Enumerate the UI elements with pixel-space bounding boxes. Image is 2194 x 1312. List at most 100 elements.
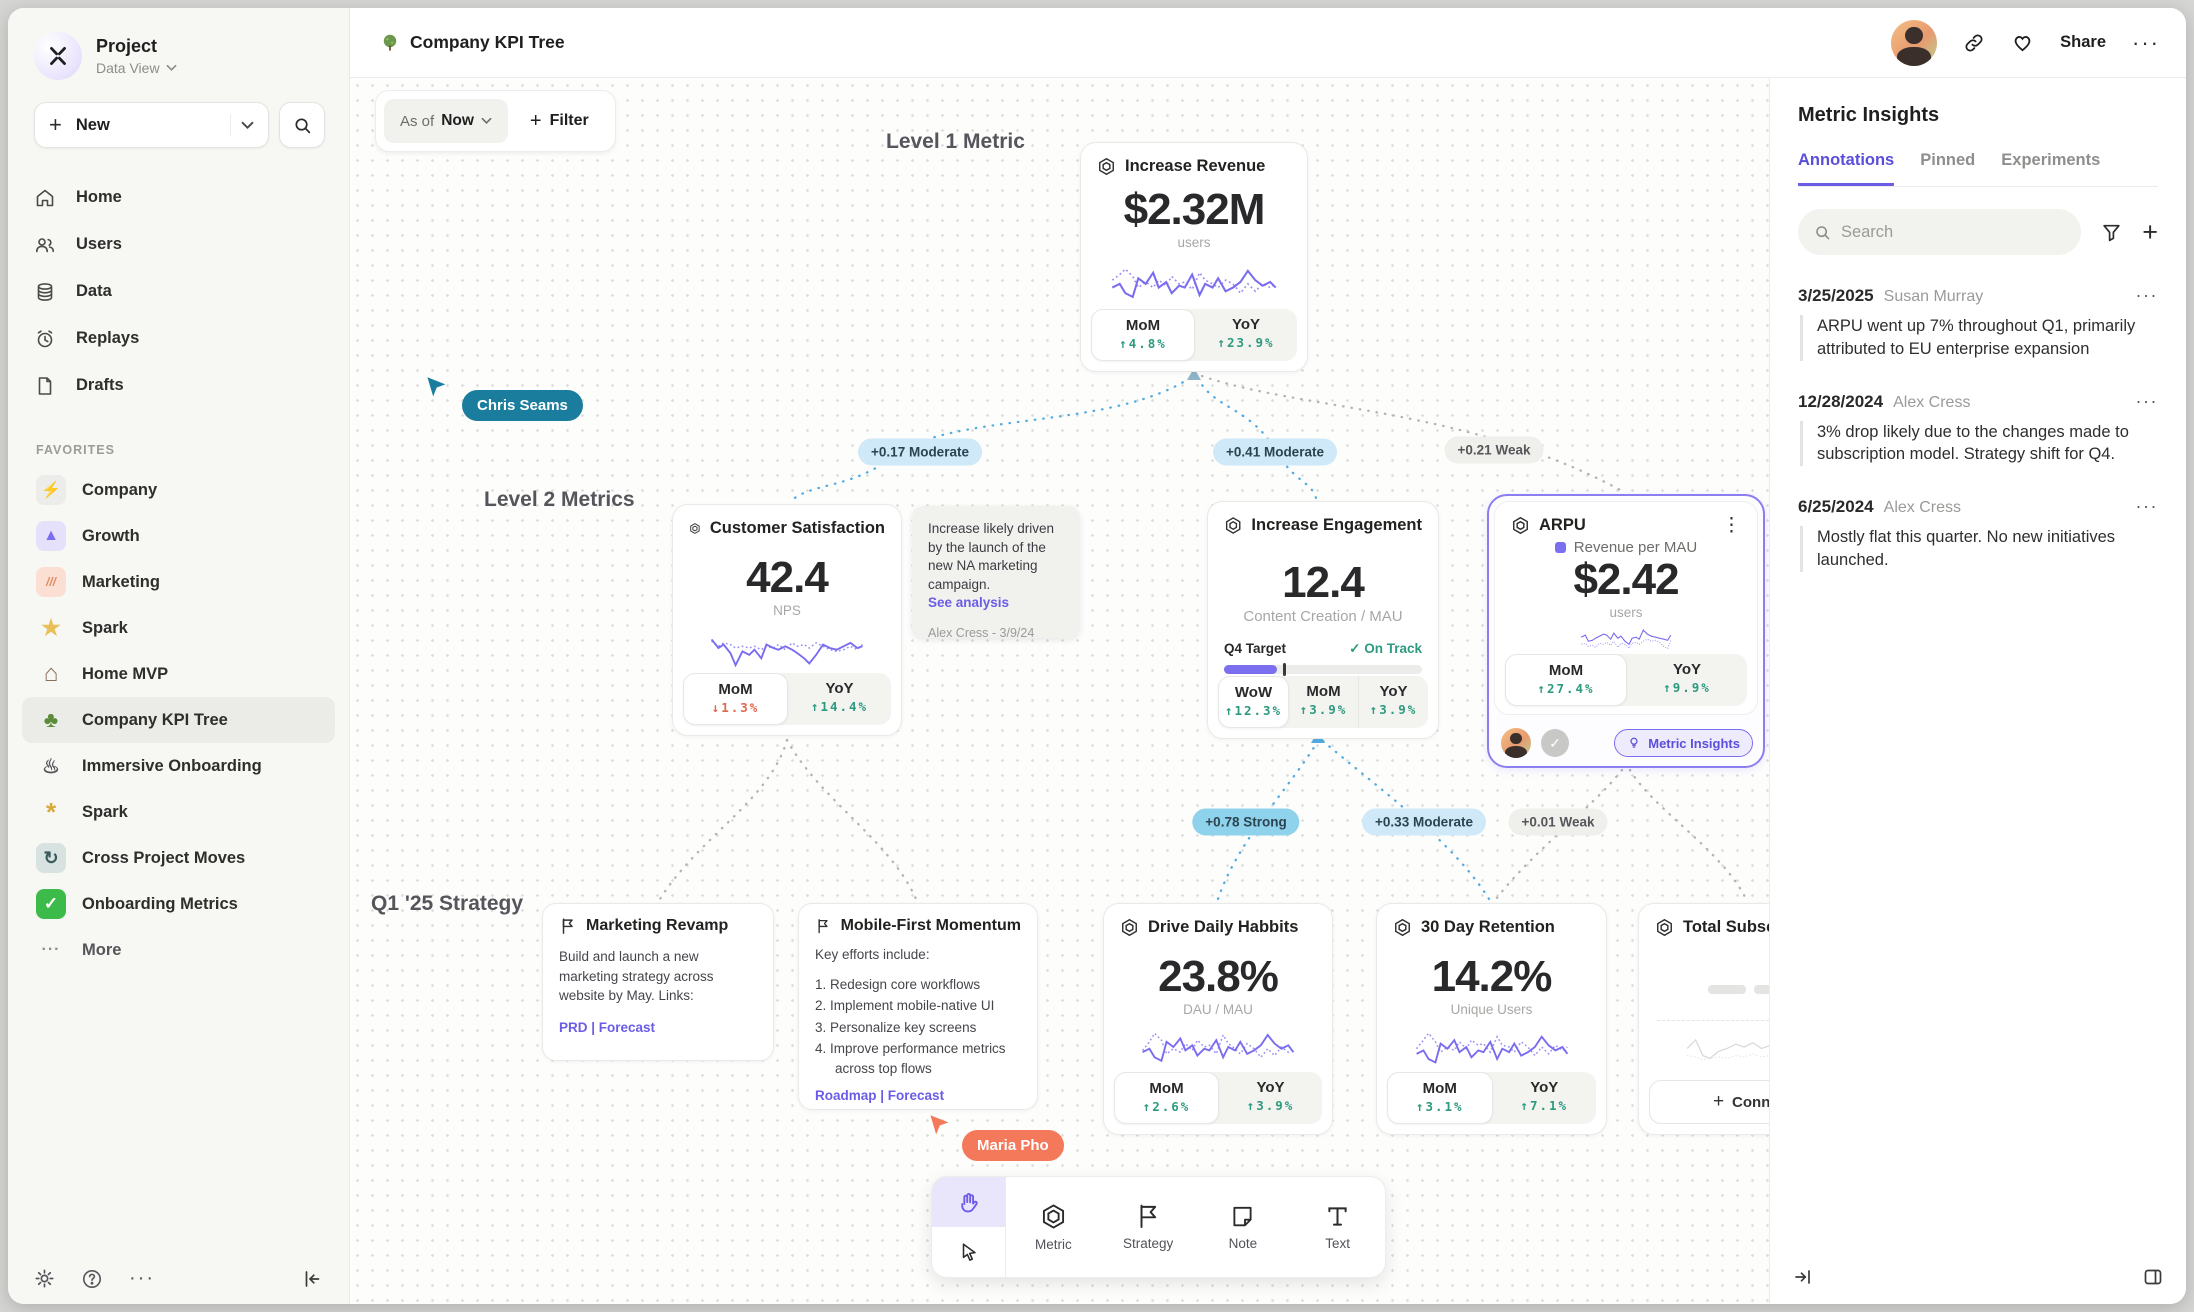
note-text: Increase likely driven by the launch of …	[928, 520, 1064, 595]
home-icon	[34, 187, 56, 209]
connect-data-button[interactable]: + Connec	[1649, 1080, 1769, 1124]
strategy-card-marketing-revamp[interactable]: Marketing Revamp Build and launch a new …	[542, 903, 774, 1061]
sidebar-item-more[interactable]: ··· More	[22, 927, 335, 973]
annotations-search[interactable]	[1798, 209, 2081, 255]
strategy-card-mobile-first-momentum[interactable]: Mobile-First Momentum Key efforts includ…	[798, 903, 1038, 1110]
sparkline	[1096, 256, 1292, 308]
series-legend: Revenue per MAU	[1495, 539, 1757, 556]
note-tool-button[interactable]: Note	[1196, 1177, 1291, 1277]
metric-card-total-subscriptions[interactable]: Total Subscript + Connec	[1638, 903, 1769, 1135]
chevron-down-icon[interactable]	[241, 121, 254, 130]
settings-gear-icon[interactable]	[34, 1268, 55, 1289]
collapse-sidebar-icon[interactable]	[301, 1268, 323, 1290]
annotation-author: Alex Cress	[1884, 499, 1961, 517]
sidebar-item-spark-2[interactable]: * Spark	[22, 789, 335, 835]
annotation-date: 6/25/2024	[1798, 497, 1874, 517]
card-menu-icon[interactable]: ⋮	[1722, 519, 1741, 533]
annotation-menu-icon[interactable]: ···	[2136, 496, 2158, 517]
tab-annotations[interactable]: Annotations	[1798, 151, 1894, 186]
filter-funnel-icon[interactable]	[2101, 222, 2122, 243]
tab-experiments[interactable]: Experiments	[2001, 151, 2100, 186]
annotation-menu-icon[interactable]: ···	[2136, 285, 2158, 306]
metric-card-increase-revenue[interactable]: Increase Revenue $2.32M users MoM ↑4.8% …	[1080, 142, 1308, 372]
sidebar: Project Data View + New Home	[8, 8, 350, 1304]
strategy-tool-button[interactable]: Strategy	[1101, 1177, 1196, 1277]
sidebar-item-company[interactable]: ⚡ Company	[22, 467, 335, 513]
layout-panel-icon[interactable]	[2142, 1266, 2164, 1288]
sidebar-item-immersive-onboarding[interactable]: ♨ Immersive Onboarding	[22, 743, 335, 789]
project-header[interactable]: Project Data View	[8, 8, 349, 80]
stat-mom: MoM ↑3.1%	[1387, 1072, 1493, 1124]
metric-value: 42.4	[673, 554, 901, 602]
annotation-menu-icon[interactable]: ···	[2136, 391, 2158, 412]
sidebar-item-growth[interactable]: ▲ Growth	[22, 513, 335, 559]
sidebar-item-home-mvp[interactable]: ⌂ Home MVP	[22, 651, 335, 697]
favorite-heart-icon[interactable]	[2011, 31, 2034, 54]
q4-target-progress	[1224, 665, 1422, 674]
assignee-avatar[interactable]	[1501, 728, 1531, 758]
metric-card-increase-engagement[interactable]: Increase Engagement 12.4 Content Creatio…	[1207, 501, 1439, 739]
metric-card-arpu[interactable]: ARPU ⋮ Revenue per MAU $2.42 users MoM ↑…	[1487, 494, 1765, 768]
view-switcher[interactable]: Data View	[96, 60, 177, 76]
metric-unit: Content Creation / MAU	[1208, 608, 1438, 625]
search-input[interactable]	[1841, 223, 2065, 242]
strategy-links[interactable]: Roadmap | Forecast	[815, 1088, 1021, 1103]
annotation-entry: 3/25/2025 Susan Murray ··· ARPU went up …	[1798, 285, 2158, 361]
favorites-title: FAVORITES	[36, 443, 349, 457]
annotation-entry: 12/28/2024 Alex Cress ··· 3% drop likely…	[1798, 391, 2158, 467]
sidebar-item-data[interactable]: Data	[8, 268, 349, 315]
text-tool-button[interactable]: Text	[1290, 1177, 1385, 1277]
sidebar-item-users[interactable]: Users	[8, 221, 349, 268]
strategy-links[interactable]: PRD | Forecast	[559, 1020, 757, 1035]
loading-skeleton	[1639, 985, 1769, 994]
edge-label: +0.17 Moderate	[858, 439, 982, 466]
sidebar-item-marketing[interactable]: /// Marketing	[22, 559, 335, 605]
star-icon: ★	[36, 613, 66, 643]
annotation-date: 12/28/2024	[1798, 392, 1883, 412]
topbar-menu-icon[interactable]: ···	[2132, 38, 2160, 48]
metric-card-customer-satisfaction[interactable]: Customer Satisfaction 42.4 NPS MoM ↓1.3%…	[672, 504, 902, 736]
sidebar-item-home[interactable]: Home	[8, 174, 349, 221]
annotation-date: 3/25/2025	[1798, 286, 1874, 306]
kpi-tree-canvas[interactable]: As of Now + Filter Level 1 Metric Level …	[350, 78, 1769, 1304]
edge-label: +0.78 Strong	[1192, 809, 1299, 836]
new-button[interactable]: + New	[34, 102, 269, 148]
see-analysis-link[interactable]: See analysis	[928, 595, 1064, 610]
as-of-dropdown[interactable]: As of Now	[384, 99, 508, 143]
sidebar-item-company-kpi-tree[interactable]: ♣ Company KPI Tree	[22, 697, 335, 743]
add-filter-button[interactable]: + Filter	[512, 110, 607, 133]
more-options-icon[interactable]: ···	[129, 1267, 155, 1290]
tab-pinned[interactable]: Pinned	[1920, 151, 1975, 186]
stat-wow: WoW ↑12.3%	[1218, 676, 1289, 728]
check-icon: ✓	[36, 889, 66, 919]
help-icon[interactable]	[81, 1268, 103, 1290]
sidebar-item-spark[interactable]: ★ Spark	[22, 605, 335, 651]
add-annotation-icon[interactable]: +	[2142, 222, 2158, 242]
metric-card-30-day-retention[interactable]: 30 Day Retention 14.2% Unique Users MoM …	[1376, 903, 1607, 1135]
annotation-note-card[interactable]: Increase likely driven by the launch of …	[912, 506, 1080, 638]
metric-card-drive-daily-habbits[interactable]: Drive Daily Habbits 23.8% DAU / MAU MoM …	[1103, 903, 1333, 1135]
chevron-down-icon	[166, 64, 177, 72]
metric-tool-button[interactable]: Metric	[1006, 1177, 1101, 1277]
metric-unit: NPS	[673, 603, 901, 618]
sidebar-item-onboarding-metrics[interactable]: ✓ Onboarding Metrics	[22, 881, 335, 927]
metric-insights-badge[interactable]: Metric Insights	[1614, 729, 1753, 757]
workspace-logo-icon	[34, 32, 82, 80]
verified-check-icon: ✓	[1541, 729, 1569, 757]
stat-yoy: YoY ↑3.9%	[1358, 676, 1428, 728]
metric-unit: users	[1495, 605, 1757, 620]
search-button[interactable]	[279, 102, 325, 148]
share-button[interactable]: Share	[2060, 33, 2106, 52]
sidebar-item-drafts[interactable]: Drafts	[8, 362, 349, 409]
collapse-panel-icon[interactable]	[1792, 1266, 1814, 1288]
tree-icon: ♣	[36, 705, 66, 735]
select-tool-button[interactable]	[932, 1227, 1005, 1277]
tree-icon	[380, 33, 400, 53]
ellipsis-icon: ···	[36, 935, 66, 965]
hand-tool-button[interactable]	[932, 1177, 1005, 1227]
sidebar-item-cross-project-moves[interactable]: ↻ Cross Project Moves	[22, 835, 335, 881]
copy-link-icon[interactable]	[1963, 32, 1985, 54]
user-avatar[interactable]	[1891, 20, 1937, 66]
stat-mom: MoM ↑3.9%	[1289, 676, 1358, 728]
sidebar-item-replays[interactable]: Replays	[8, 315, 349, 362]
